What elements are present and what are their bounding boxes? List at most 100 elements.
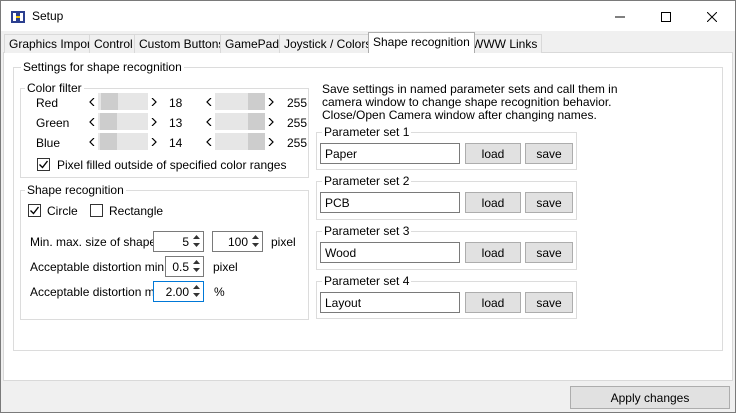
green-min-left-arrow[interactable] bbox=[86, 113, 98, 130]
check-icon bbox=[30, 206, 40, 215]
blue-max-slider-thumb[interactable] bbox=[248, 133, 265, 150]
min-size-up-arrow[interactable] bbox=[191, 233, 202, 241]
red-max-value: 255 bbox=[287, 96, 308, 110]
pixel-filled-label[interactable]: Pixel filled outside of specified color … bbox=[57, 158, 286, 172]
blue-max-left-arrow[interactable] bbox=[203, 133, 215, 150]
red-min-right-arrow[interactable] bbox=[148, 93, 160, 110]
maximize-button[interactable] bbox=[643, 2, 689, 31]
red-max-slider-track[interactable] bbox=[215, 93, 265, 110]
chevron-left-icon bbox=[89, 97, 95, 106]
chevron-right-icon bbox=[151, 97, 157, 106]
parameter-set-1-name-input[interactable]: Paper bbox=[320, 143, 460, 164]
chevron-left-icon bbox=[89, 117, 95, 126]
parameter-set-2-load-button[interactable]: load bbox=[465, 192, 521, 213]
triangle-up-icon bbox=[193, 235, 200, 239]
red-label: Red bbox=[36, 96, 59, 110]
parameter-set-2-save-button[interactable]: save bbox=[525, 192, 573, 213]
max-size-stepper[interactable]: 100 bbox=[212, 231, 263, 252]
parameter-set-4-load-button[interactable]: load bbox=[465, 292, 521, 313]
app-icon bbox=[10, 9, 26, 25]
chevron-left-icon bbox=[206, 97, 212, 106]
chevron-right-icon bbox=[151, 137, 157, 146]
tab-graphics-import[interactable]: Graphics Import bbox=[4, 34, 100, 53]
parameter-set-2-label: Parameter set 2 bbox=[322, 174, 412, 188]
red-max-left-arrow[interactable] bbox=[203, 93, 215, 110]
green-max-right-arrow[interactable] bbox=[265, 113, 277, 130]
blue-min-value: 14 bbox=[169, 136, 183, 150]
parameter-set-1-load-button[interactable]: load bbox=[465, 143, 521, 164]
green-max-value: 255 bbox=[287, 116, 308, 130]
minimize-icon bbox=[615, 16, 625, 17]
circle-label[interactable]: Circle bbox=[47, 204, 78, 218]
distortion-max-stepper[interactable]: 2.00 bbox=[153, 281, 204, 302]
parameter-set-4-name-input[interactable]: Layout bbox=[320, 292, 460, 313]
parameter-set-1-save-button[interactable]: save bbox=[525, 143, 573, 164]
min-max-size-label: Min. max. size of shape bbox=[30, 235, 157, 249]
red-min-value: 18 bbox=[169, 96, 183, 110]
apply-changes-button[interactable]: Apply changes bbox=[570, 386, 730, 409]
parameter-set-3-name-input[interactable]: Wood bbox=[320, 242, 460, 263]
green-min-slider-thumb[interactable] bbox=[100, 113, 117, 130]
blue-min-left-arrow[interactable] bbox=[86, 133, 98, 150]
info-text-line-1: Save settings in named parameter sets an… bbox=[322, 82, 618, 96]
red-min-slider-thumb[interactable] bbox=[101, 93, 118, 110]
red-max-slider-thumb[interactable] bbox=[248, 93, 265, 110]
tab-www-links[interactable]: WWW Links bbox=[467, 34, 543, 53]
green-max-slider-track[interactable] bbox=[215, 113, 265, 130]
distortion-max-value: 2.00 bbox=[165, 285, 189, 299]
green-min-right-arrow[interactable] bbox=[148, 113, 160, 130]
parameter-set-1-label: Parameter set 1 bbox=[322, 125, 412, 139]
min-size-stepper[interactable]: 5 bbox=[153, 231, 204, 252]
distortion-min-down-arrow[interactable] bbox=[191, 266, 202, 274]
close-icon bbox=[707, 11, 717, 22]
tab-gamepad[interactable]: GamePad bbox=[220, 34, 285, 53]
pixel-filled-checkbox[interactable] bbox=[37, 158, 50, 171]
tab-shape-recognition[interactable]: Shape recognition bbox=[368, 32, 475, 53]
min-size-value: 5 bbox=[182, 235, 189, 249]
distortion-min-stepper[interactable]: 0.5 bbox=[165, 256, 204, 277]
max-size-down-arrow[interactable] bbox=[250, 241, 261, 249]
distortion-max-up-arrow[interactable] bbox=[191, 283, 202, 291]
parameter-set-4-save-button[interactable]: save bbox=[525, 292, 573, 313]
blue-min-slider-track[interactable] bbox=[98, 133, 148, 150]
close-button[interactable] bbox=[689, 2, 735, 31]
tab-joystick-colors[interactable]: Joystick / Colors bbox=[279, 34, 377, 53]
blue-max-right-arrow[interactable] bbox=[265, 133, 277, 150]
distortion-min-label: Acceptable distortion min. bbox=[30, 260, 168, 274]
parameter-set-3-save-button[interactable]: save bbox=[525, 242, 573, 263]
distortion-max-unit: % bbox=[214, 285, 225, 299]
blue-min-right-arrow[interactable] bbox=[148, 133, 160, 150]
parameter-set-2-name-input[interactable]: PCB bbox=[320, 192, 460, 213]
chevron-right-icon bbox=[268, 137, 274, 146]
green-min-value: 13 bbox=[169, 116, 183, 130]
blue-max-slider-track[interactable] bbox=[215, 133, 265, 150]
max-size-up-arrow[interactable] bbox=[250, 233, 261, 241]
green-max-left-arrow[interactable] bbox=[203, 113, 215, 130]
max-size-value: 100 bbox=[227, 235, 248, 249]
green-max-slider-thumb[interactable] bbox=[248, 113, 265, 130]
circle-checkbox[interactable] bbox=[28, 204, 41, 217]
shape-recognition-label: Shape recognition bbox=[25, 183, 126, 197]
parameter-set-3-load-button[interactable]: load bbox=[465, 242, 521, 263]
triangle-down-icon bbox=[252, 243, 259, 247]
distortion-max-down-arrow[interactable] bbox=[191, 291, 202, 299]
green-label: Green bbox=[36, 116, 70, 130]
title-bar[interactable]: Setup bbox=[0, 0, 736, 31]
blue-min-slider-thumb[interactable] bbox=[100, 133, 117, 150]
min-size-down-arrow[interactable] bbox=[191, 241, 202, 249]
red-min-slider-track[interactable] bbox=[98, 93, 148, 110]
distortion-min-up-arrow[interactable] bbox=[191, 258, 202, 266]
red-max-right-arrow[interactable] bbox=[265, 93, 277, 110]
red-min-left-arrow[interactable] bbox=[86, 93, 98, 110]
green-min-slider-track[interactable] bbox=[98, 113, 148, 130]
chevron-left-icon bbox=[89, 137, 95, 146]
rectangle-checkbox[interactable] bbox=[90, 204, 103, 217]
rectangle-label[interactable]: Rectangle bbox=[109, 204, 163, 218]
tab-control[interactable]: Control bbox=[89, 34, 138, 53]
tab-custom-buttons[interactable]: Custom Buttons bbox=[134, 34, 230, 53]
minimize-button[interactable] bbox=[597, 2, 643, 31]
chevron-right-icon bbox=[268, 97, 274, 106]
info-text-line-2: camera window to change shape recognitio… bbox=[322, 95, 612, 109]
chevron-left-icon bbox=[206, 137, 212, 146]
window-title: Setup bbox=[32, 9, 64, 23]
